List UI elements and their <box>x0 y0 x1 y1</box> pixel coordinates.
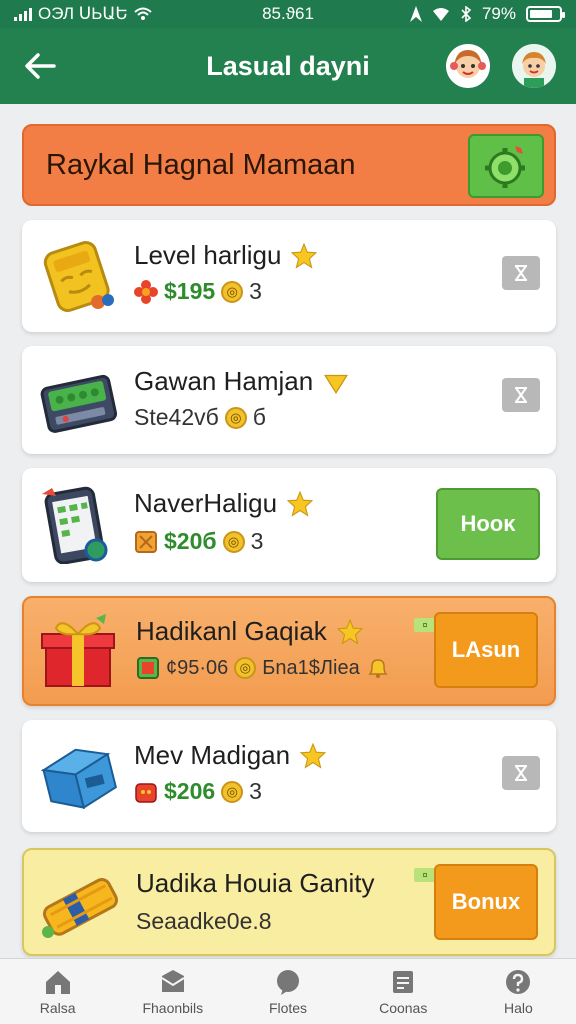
item-coin-text: Бna1$Лiea <box>262 656 360 679</box>
location-icon <box>409 6 422 22</box>
hourglass-button[interactable] <box>502 756 540 790</box>
help-icon <box>506 969 531 994</box>
chat-icon <box>277 969 299 995</box>
signal-icon <box>14 7 32 21</box>
nav-label: Flotes <box>268 999 308 1016</box>
launch-button[interactable]: LAsun <box>434 612 538 688</box>
bottom-nav: Ralsa Fhaonbils Flotes Coonas Halo <box>0 958 576 1024</box>
crate-icon <box>137 657 159 679</box>
coin-icon: ◎ <box>221 280 244 303</box>
arrow-left-icon <box>25 53 56 79</box>
nav-item-notes[interactable]: Flotes <box>230 959 345 1024</box>
featured-banner: Raykal Hagnal Mamaan <box>22 124 556 206</box>
hourglass-button[interactable] <box>502 378 540 412</box>
new-tag: ¤ <box>414 618 436 632</box>
nav-label: Ralsa <box>39 999 76 1016</box>
item-price: $20б <box>164 528 217 554</box>
hourglass-icon <box>515 387 527 403</box>
coin-icon: ◎ <box>224 406 247 429</box>
coin-icon: ◎ <box>234 657 257 679</box>
blue-box-icon <box>36 732 120 816</box>
carrier-label: ОЭЛ ՍЬԱԵ <box>38 4 128 23</box>
wifi-icon <box>134 7 152 20</box>
item-title: Mev Madigan <box>134 740 291 770</box>
hourglass-button[interactable] <box>502 256 540 290</box>
battery-icon <box>526 6 565 22</box>
wifi-icon <box>432 8 449 21</box>
coin-icon: ◎ <box>221 780 244 803</box>
girl-avatar-icon <box>446 44 490 88</box>
item-coin-count: 3 <box>250 528 264 554</box>
gift-box-icon <box>38 610 122 694</box>
item-title: Level harligu <box>134 240 282 270</box>
bell-icon <box>367 659 388 678</box>
shield-star-icon <box>324 374 349 394</box>
item-coin-count: 3 <box>249 278 262 304</box>
nav-item-home[interactable]: Ralsa <box>0 959 115 1024</box>
back-button[interactable] <box>20 46 60 86</box>
nav-label: Coonas <box>379 999 428 1016</box>
item-subtitle: Seaadke0e.8 <box>136 908 272 934</box>
item-coin-count: 3 <box>249 778 262 804</box>
flower-icon <box>134 279 158 304</box>
note-icon <box>393 970 414 993</box>
item-subtitle: Ste42vб <box>134 404 219 430</box>
list-item[interactable]: Gawan Hamjan Ste42vб ◎ б <box>22 346 556 454</box>
star-icon <box>336 618 363 645</box>
item-title: Hadikanl Gaqiak <box>136 616 327 646</box>
list-item[interactable]: NaverHaligu $20б ◎ 3 Hooκ <box>22 468 556 582</box>
nav-item-coupons[interactable]: Coonas <box>346 959 461 1024</box>
status-bar: ОЭЛ ՍЬԱԵ 85.ϑ61 79% <box>0 0 576 28</box>
item-subtitle: ¢95·06 <box>166 656 229 679</box>
item-coin-count: б <box>252 404 266 430</box>
bag-icon <box>135 782 157 803</box>
mail-icon <box>161 969 185 992</box>
item-price: $195 <box>164 278 216 304</box>
avatar-girl[interactable] <box>446 44 490 88</box>
nav-item-help[interactable]: Halo <box>461 959 576 1024</box>
hourglass-icon <box>515 765 527 781</box>
star-icon <box>291 242 318 269</box>
settings-button[interactable] <box>468 134 544 198</box>
nav-item-messages[interactable]: Fhaonbils <box>115 959 230 1024</box>
bluetooth-icon <box>461 6 472 22</box>
home-icon <box>45 970 70 994</box>
gold-bar-icon <box>38 862 122 946</box>
star-icon <box>287 490 314 517</box>
list-item-featured[interactable]: ¤ Hadikanl Gaqiak ¢95·06 ◎ Бna1$Лiea LAs… <box>22 596 556 706</box>
phone-gold-icon <box>36 232 120 316</box>
banner-title: Raykal Hagnal Mamaan <box>46 148 356 181</box>
new-tag: ¤ <box>414 868 436 882</box>
coin-icon: ◎ <box>222 530 245 553</box>
hook-button[interactable]: Hooκ <box>436 488 540 560</box>
crate-icon <box>135 530 157 553</box>
avatar-boy[interactable] <box>512 44 556 88</box>
app-header: Lasual dayni <box>0 28 576 104</box>
cash-register-icon <box>36 358 120 442</box>
gear-icon <box>485 146 525 188</box>
list-item[interactable]: Mev Madigan $206 ◎ 3 <box>22 720 556 832</box>
phone-calculator-icon <box>36 480 120 565</box>
item-title: NaverHaligu <box>134 488 278 518</box>
boy-avatar-icon <box>512 44 556 88</box>
item-price: $206 <box>164 778 216 804</box>
star-icon <box>300 742 327 769</box>
list-item[interactable]: Level harligu $195 ◎ 3 <box>22 220 556 332</box>
bonus-button[interactable]: Bonux <box>434 864 538 940</box>
battery-percent: 79% <box>481 4 516 23</box>
item-title: Uadika Houia Ganity <box>136 868 375 898</box>
nav-label: Halo <box>504 999 533 1016</box>
item-title: Gawan Hamjan <box>134 366 314 396</box>
nav-label: Fhaonbils <box>142 999 204 1016</box>
hourglass-icon <box>515 265 527 281</box>
list-item-bonus[interactable]: ¤ Uadika Houia Ganity Seaadke0e.8 Bonux <box>22 848 556 956</box>
